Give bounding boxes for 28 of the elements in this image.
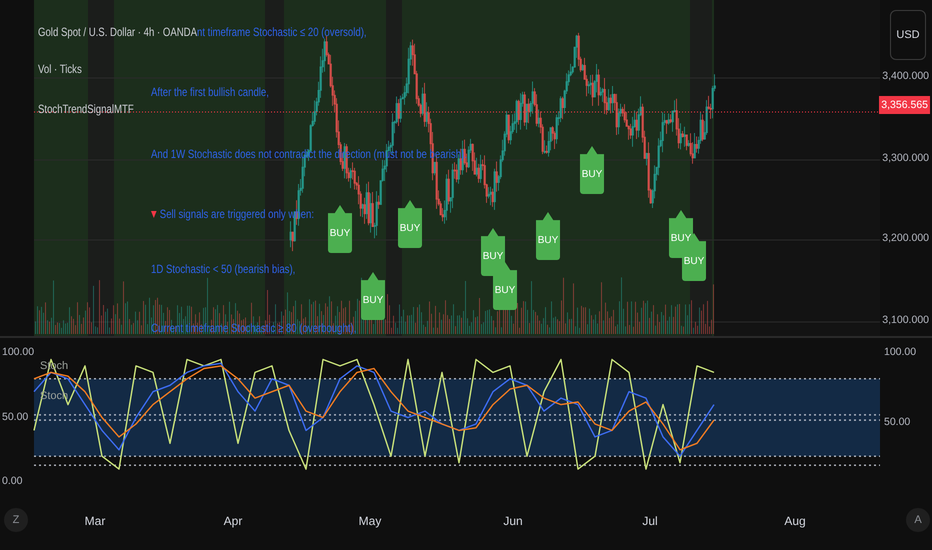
oscillator-tick-label: 100.00 <box>2 346 34 358</box>
oscillator-tick-label: 50.00 <box>2 410 28 422</box>
oscillator-tick-label: 100.00 <box>884 346 916 358</box>
oscillator-tick-label: 50.00 <box>884 416 910 428</box>
month-label: May <box>358 514 382 528</box>
month-label: Jul <box>642 514 658 528</box>
script-note: After the first bullish candle, <box>151 85 269 99</box>
oscillator-tick-label: 0.00 <box>2 475 22 487</box>
indicator-label: Vol · Ticks <box>38 62 82 76</box>
symbol-title: Gold Spot / U.S. Dollar · 4h · OANDA <box>38 25 197 39</box>
auto-scale-button[interactable]: A <box>906 508 930 532</box>
price-tick-label: 3,200.000 <box>882 232 929 244</box>
script-note: 1D Stochastic < 50 (bearish bias), <box>151 262 296 276</box>
month-label: Jun <box>503 514 523 528</box>
price-tick-label: 3,300.000 <box>882 152 929 164</box>
down-triangle-icon <box>151 210 157 218</box>
price-tick-label: 3,100.000 <box>882 314 929 326</box>
line-series <box>33 358 715 470</box>
month-label: Mar <box>84 514 106 528</box>
last-price-label: 3,356.565 <box>879 96 930 114</box>
month-label: Apr <box>224 514 242 528</box>
price-tick-label: 3,400.000 <box>882 70 929 82</box>
zoom-button[interactable]: Z <box>4 508 28 532</box>
script-note: Current timeframe Stochastic ≥ 80 (overbought), <box>151 321 356 335</box>
indicator-label: StochTrendSignalMTF <box>38 102 134 116</box>
script-note: nt timeframe Stochastic ≤ 20 (oversold), <box>197 25 367 39</box>
currency-button[interactable]: USD <box>890 10 926 60</box>
month-label: Aug <box>784 514 806 528</box>
